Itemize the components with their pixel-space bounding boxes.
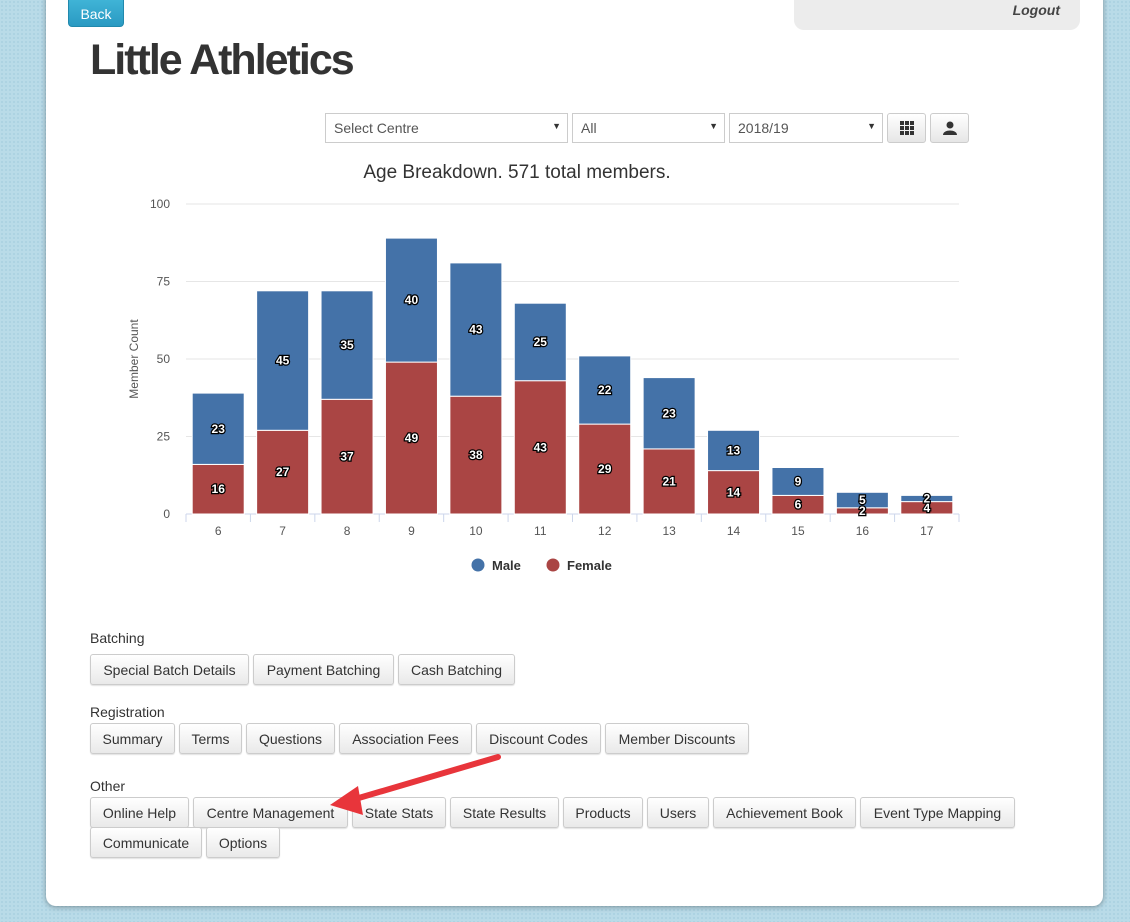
batching-button-payment-batching[interactable]: Payment Batching <box>253 654 394 685</box>
data-label-female: 43 <box>534 440 548 454</box>
x-tick-label: 7 <box>279 524 286 538</box>
registration-button-terms[interactable]: Terms <box>179 723 242 754</box>
x-tick-label: 14 <box>727 524 741 538</box>
section-label-registration: Registration <box>90 704 165 720</box>
x-tick-label: 13 <box>662 524 676 538</box>
x-tick-label: 9 <box>408 524 415 538</box>
legend-label: Female <box>567 558 612 573</box>
other-button-state-stats[interactable]: State Stats <box>352 797 446 828</box>
other-button-users[interactable]: Users <box>647 797 709 828</box>
section-label-other: Other <box>90 778 126 794</box>
registration-button-association-fees[interactable]: Association Fees <box>339 723 472 754</box>
data-label-female: 16 <box>212 482 226 496</box>
other-button-event-type-mapping[interactable]: Event Type Mapping <box>860 797 1015 828</box>
data-label-male: 5 <box>859 493 866 507</box>
x-tick-label: 16 <box>856 524 870 538</box>
batching-button-special-batch-details[interactable]: Special Batch Details <box>90 654 249 685</box>
legend-marker <box>546 558 560 572</box>
other-button-products[interactable]: Products <box>563 797 643 828</box>
data-label-male: 23 <box>212 422 226 436</box>
other-button-options[interactable]: Options <box>206 827 280 858</box>
age-breakdown-chart: 0255075100Member Count162362745737358494… <box>127 197 960 573</box>
y-tick-label: 100 <box>150 197 170 211</box>
y-tick-label: 50 <box>157 352 171 366</box>
data-label-male: 40 <box>405 293 419 307</box>
data-label-male: 13 <box>727 443 741 457</box>
y-tick-label: 25 <box>157 430 171 444</box>
other-button-achievement-book[interactable]: Achievement Book <box>713 797 856 828</box>
legend-label: Male <box>492 558 521 573</box>
data-label-female: 21 <box>662 474 676 488</box>
registration-button-summary[interactable]: Summary <box>90 723 175 754</box>
data-label-female: 27 <box>276 465 290 479</box>
data-label-female: 49 <box>405 431 419 445</box>
registration-button-member-discounts[interactable]: Member Discounts <box>605 723 749 754</box>
data-label-male: 23 <box>662 406 676 420</box>
data-label-female: 38 <box>469 448 483 462</box>
other-button-state-results[interactable]: State Results <box>450 797 559 828</box>
y-tick-label: 75 <box>157 275 171 289</box>
data-label-female: 29 <box>598 462 612 476</box>
data-label-male: 2 <box>923 492 930 506</box>
data-label-female: 6 <box>795 498 802 512</box>
x-tick-label: 15 <box>791 524 805 538</box>
y-axis-label: Member Count <box>127 319 141 399</box>
batching-button-cash-batching[interactable]: Cash Batching <box>398 654 515 685</box>
registration-button-discount-codes[interactable]: Discount Codes <box>476 723 601 754</box>
data-label-female: 14 <box>727 485 741 499</box>
data-label-male: 9 <box>795 474 802 488</box>
data-label-male: 45 <box>276 354 290 368</box>
x-tick-label: 11 <box>534 524 547 538</box>
other-button-online-help[interactable]: Online Help <box>90 797 189 828</box>
x-tick-label: 8 <box>344 524 351 538</box>
y-tick-label: 0 <box>163 507 170 521</box>
x-tick-label: 17 <box>920 524 934 538</box>
legend-marker <box>471 558 485 572</box>
data-label-male: 25 <box>534 335 548 349</box>
x-tick-label: 12 <box>598 524 612 538</box>
other-button-communicate[interactable]: Communicate <box>90 827 202 858</box>
x-tick-label: 10 <box>469 524 483 538</box>
other-button-centre-management[interactable]: Centre Management <box>193 797 348 828</box>
registration-button-questions[interactable]: Questions <box>246 723 335 754</box>
data-label-male: 35 <box>340 338 354 352</box>
section-label-batching: Batching <box>90 630 145 646</box>
x-tick-label: 6 <box>215 524 222 538</box>
data-label-female: 37 <box>340 450 354 464</box>
data-label-male: 43 <box>469 323 483 337</box>
data-label-male: 22 <box>598 383 612 397</box>
